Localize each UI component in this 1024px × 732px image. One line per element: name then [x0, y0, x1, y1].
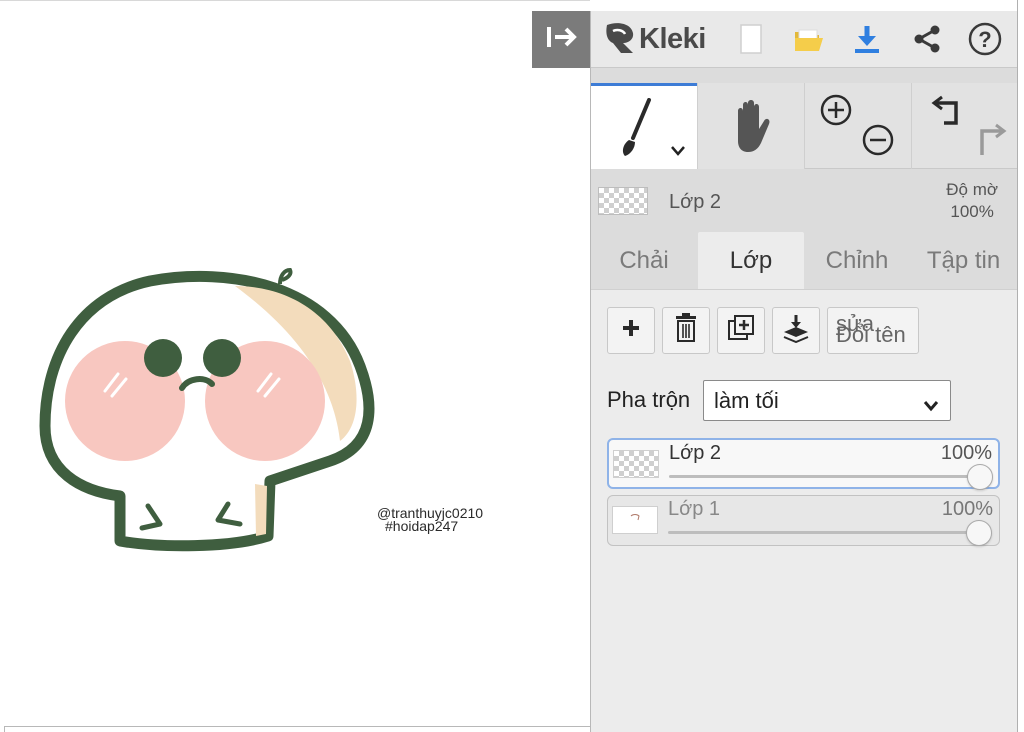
open-folder-icon[interactable]	[789, 19, 829, 59]
canvas-watermark: @tranthuyjc0210 #hoidap247	[377, 506, 483, 534]
delete-layer-icon	[674, 313, 698, 348]
layer-thumbnail	[612, 506, 658, 534]
blend-mode-value: làm tối	[714, 387, 779, 413]
layers-pane: sửa Đổi tên Pha trộn làm tối Lớp 2 100% …	[591, 289, 1018, 732]
duplicate-layer-button[interactable]	[717, 307, 765, 354]
zoom-out-icon[interactable]	[861, 123, 895, 162]
chevron-down-icon[interactable]	[669, 144, 687, 163]
layer-opacity-slider-handle[interactable]	[966, 520, 992, 546]
merge-down-icon	[782, 313, 810, 348]
rename-label-bottom: Đổi tên	[836, 322, 906, 347]
zoom-in-icon[interactable]	[819, 93, 853, 132]
current-layer-opacity: Độ mờ 100%	[946, 179, 998, 223]
window-edge	[1017, 0, 1024, 732]
blend-mode-label: Pha trộn	[607, 387, 691, 412]
tab-file[interactable]: Tập tin	[909, 232, 1018, 289]
layer-opacity-slider[interactable]	[668, 531, 978, 534]
hand-tool-button[interactable]	[697, 83, 804, 169]
duplicate-layer-icon	[727, 314, 755, 347]
layer-opacity-slider-handle[interactable]	[967, 464, 993, 490]
layer-item-1[interactable]: Lớp 1 100%	[607, 495, 1000, 546]
svg-text:?: ?	[978, 27, 991, 52]
watermark-hashtag: #hoidap247	[385, 518, 459, 534]
tool-row	[591, 83, 1018, 169]
kleki-logo-icon	[603, 19, 637, 60]
kleki-logo[interactable]: Kleki	[603, 11, 706, 68]
layer-opacity-value: 100%	[940, 442, 992, 464]
brush-icon	[617, 98, 657, 165]
add-layer-icon	[620, 317, 642, 344]
share-icon[interactable]	[907, 19, 947, 59]
tab-layers[interactable]: Lớp	[698, 232, 804, 289]
canvas-artwork	[30, 256, 390, 561]
add-layer-button[interactable]	[607, 307, 655, 354]
layer-name: Lớp 2	[669, 442, 722, 464]
drawing-canvas[interactable]: @tranthuyjc0210 #hoidap247	[0, 0, 590, 732]
current-layer-thumbnail	[598, 187, 648, 215]
blend-mode-select[interactable]: làm tối	[703, 380, 951, 421]
download-icon[interactable]	[847, 19, 887, 59]
new-file-icon[interactable]	[731, 19, 771, 59]
panel-tabs: Chải Lớp Chỉnh Tập tin	[591, 232, 1018, 289]
arrow-right-bar-icon	[544, 24, 578, 55]
opacity-value: 100%	[950, 202, 994, 221]
merge-down-button[interactable]	[772, 307, 820, 354]
chevron-down-icon	[922, 393, 940, 419]
hand-icon	[728, 97, 778, 160]
kleki-logo-text: Kleki	[639, 22, 706, 55]
help-icon[interactable]: ?	[965, 19, 1005, 59]
current-layer-info: Lớp 2 Độ mờ 100%	[591, 171, 1018, 233]
layer-opacity-value: 100%	[941, 498, 993, 520]
undo-icon[interactable]	[930, 93, 966, 132]
redo-icon[interactable]	[972, 121, 1008, 164]
top-toolbar: Kleki ?	[591, 11, 1018, 68]
tab-brush[interactable]: Chải	[591, 232, 697, 289]
opacity-label: Độ mờ	[946, 180, 998, 199]
layer-item-2[interactable]: Lớp 2 100%	[607, 438, 1000, 490]
brush-tool-button[interactable]	[591, 83, 697, 169]
layer-opacity-slider[interactable]	[669, 475, 979, 478]
toggle-panel-button[interactable]	[532, 11, 590, 68]
side-panel: Kleki ? Lớp 2 Độ mờ 100% Chải Lớp Chỉnh …	[590, 11, 1018, 732]
current-layer-name: Lớp 2	[669, 191, 722, 213]
tab-edit[interactable]: Chỉnh	[804, 232, 910, 289]
zoom-controls	[804, 83, 911, 169]
rename-layer-button[interactable]: sửa Đổi tên	[827, 307, 919, 354]
delete-layer-button[interactable]	[662, 307, 710, 354]
history-controls	[911, 83, 1018, 169]
layer-thumbnail	[613, 450, 659, 478]
layer-name: Lớp 1	[668, 498, 721, 520]
